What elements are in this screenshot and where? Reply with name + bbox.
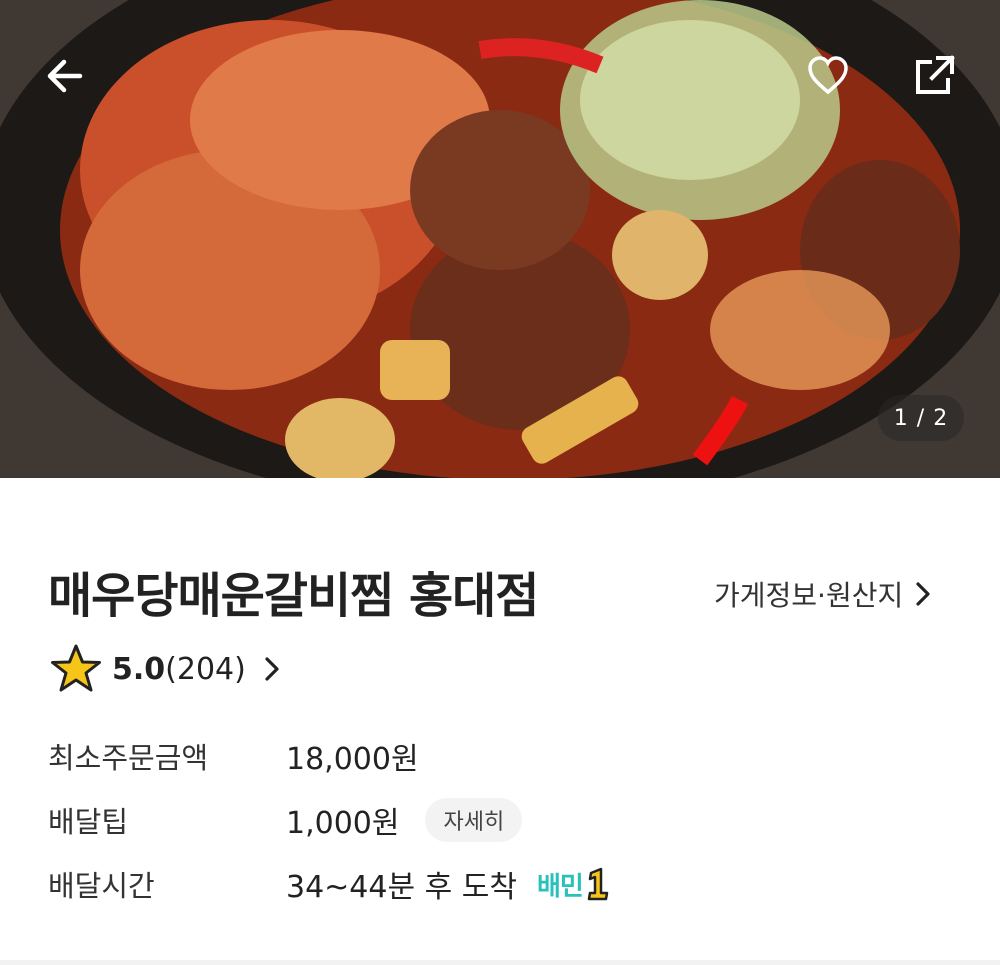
baemin-badge-text: 배민 bbox=[536, 871, 584, 902]
delivery-time-value: 34~44분 후 도착 bbox=[286, 870, 517, 905]
store-photo-carousel[interactable]: 1 / 2 bbox=[0, 0, 1000, 478]
chevron-right-icon bbox=[916, 582, 930, 606]
rating-score: 5.0 bbox=[112, 651, 166, 687]
store-name: 매우당매운갈비찜 홍대점 bbox=[48, 568, 539, 624]
delivery-tip-label: 배달팁 bbox=[48, 805, 129, 839]
review-count: (204) bbox=[165, 651, 246, 687]
chevron-right-icon bbox=[265, 657, 279, 681]
delivery-tip-value: 1,000원 bbox=[286, 806, 400, 841]
min-order-row: 최소주문금액 18,000원 bbox=[48, 734, 419, 778]
baemin-one-badge: 배민 bbox=[537, 866, 613, 903]
share-button[interactable] bbox=[906, 48, 962, 104]
page-indicator: 1 / 2 bbox=[878, 395, 964, 441]
section-divider bbox=[0, 960, 1000, 965]
number-one-badge-icon bbox=[587, 867, 609, 901]
heart-outline-icon bbox=[808, 56, 848, 95]
delivery-time-row: 배달시간 34~44분 후 도착 배민 bbox=[48, 862, 613, 906]
store-info-section: 매우당매운갈비찜 홍대점 가게정보·원산지 5.0 (204) 최소주문금액 1… bbox=[0, 478, 1000, 965]
store-info-link-label: 가게정보·원산지 bbox=[714, 579, 904, 612]
favorite-button[interactable] bbox=[800, 48, 856, 104]
star-icon bbox=[51, 644, 101, 692]
back-button[interactable] bbox=[36, 48, 92, 104]
min-order-value: 18,000원 bbox=[286, 742, 419, 777]
store-info-origin-link[interactable]: 가게정보·원산지 bbox=[714, 574, 931, 614]
delivery-tip-row: 배달팁 1,000원 자세히 bbox=[48, 798, 523, 842]
delivery-tip-detail-button[interactable]: 자세히 bbox=[425, 798, 523, 842]
arrow-left-icon bbox=[47, 59, 83, 93]
rating-summary[interactable]: 5.0 (204) bbox=[50, 644, 280, 694]
share-external-icon bbox=[916, 55, 955, 94]
min-order-label: 최소주문금액 bbox=[48, 741, 209, 775]
delivery-time-label: 배달시간 bbox=[48, 869, 155, 903]
